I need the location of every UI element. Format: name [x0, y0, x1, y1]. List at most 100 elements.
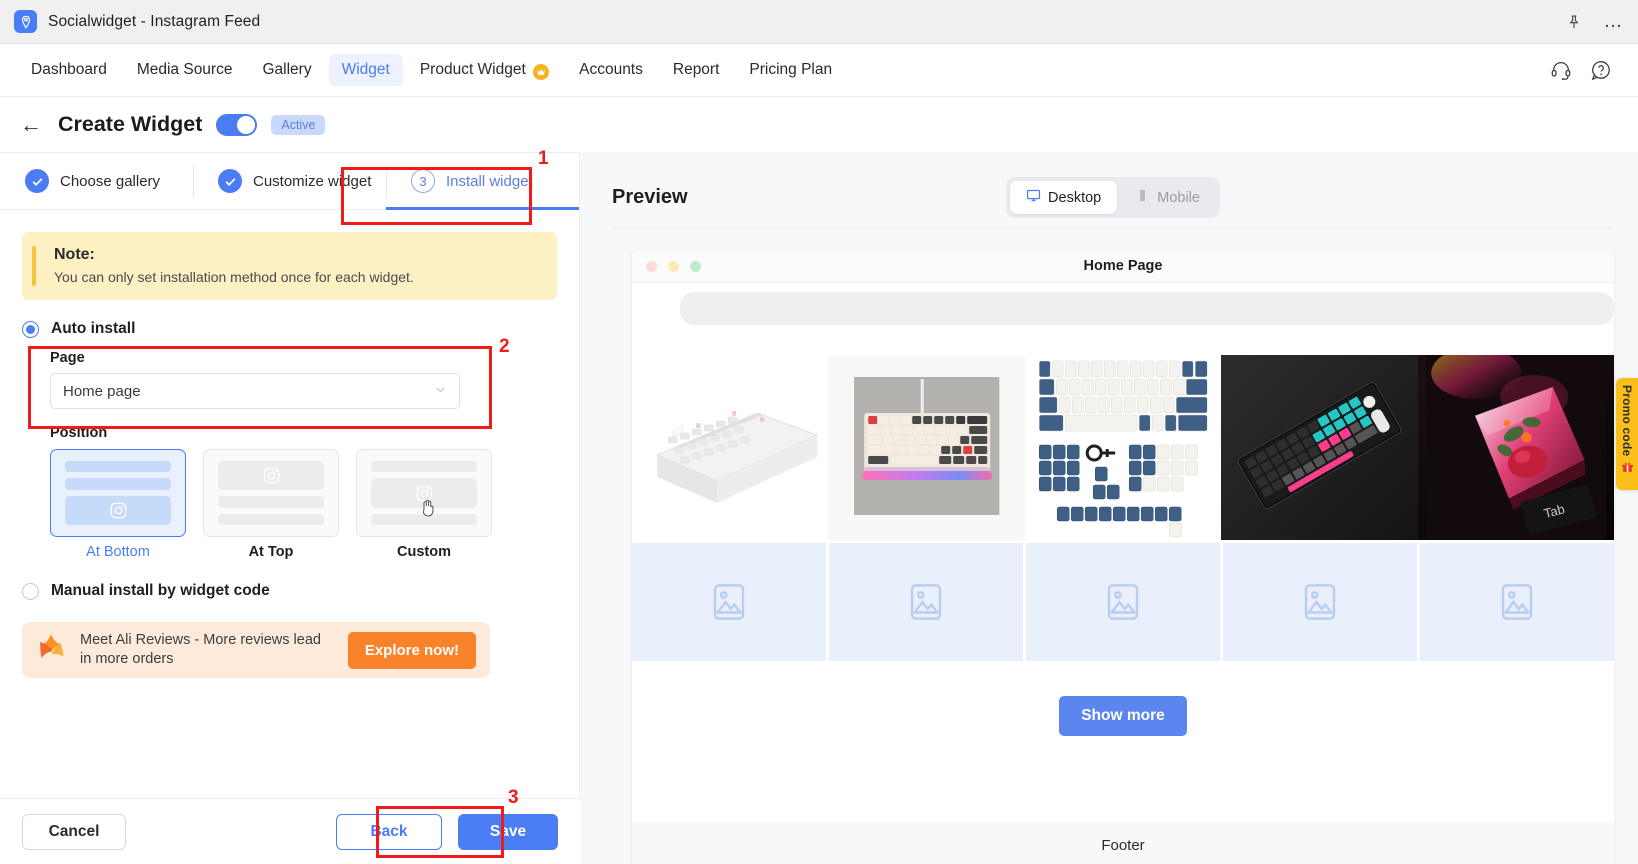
- promo-code-tab[interactable]: Promo code: [1616, 378, 1638, 490]
- check-icon: [218, 169, 242, 193]
- ali-reviews-star-icon: [34, 631, 68, 670]
- position-option-at-top[interactable]: At Top: [203, 449, 339, 560]
- mouse-cursor-icon: [419, 497, 436, 523]
- layout-bar: [218, 496, 324, 508]
- step-install-widget[interactable]: 3 Install widget: [386, 153, 579, 210]
- gallery-item[interactable]: [1024, 355, 1222, 540]
- back-button[interactable]: ←: [20, 113, 48, 136]
- storefront-preview: Home Page Tab Show more Footer: [632, 250, 1614, 864]
- nav-label: Media Source: [136, 61, 233, 78]
- position-cards: At Bottom At Top Custom: [50, 449, 557, 560]
- image-placeholder-icon: [1107, 584, 1139, 620]
- nav-label: Report: [672, 61, 720, 78]
- device-toggle: Desktop Mobile: [1006, 177, 1220, 218]
- install-body: Note: You can only set installation meth…: [0, 210, 579, 678]
- promo-text: Meet Ali Reviews - More reviews lead in …: [80, 631, 321, 667]
- note-title: Note:: [54, 246, 95, 263]
- headset-icon[interactable]: [1550, 59, 1572, 81]
- nav-item-widget[interactable]: Widget: [328, 54, 403, 86]
- position-preview-at-bottom[interactable]: [50, 449, 186, 537]
- ali-reviews-promo-card[interactable]: Meet Ali Reviews - More reviews lead in …: [22, 622, 490, 678]
- image-placeholder: [1223, 543, 1417, 661]
- position-preview-at-top[interactable]: [203, 449, 339, 537]
- nav-label: Gallery: [262, 61, 312, 78]
- nav-item-pricing-plan[interactable]: Pricing Plan: [736, 54, 845, 86]
- form-footer: Cancel Back Save 3: [0, 787, 580, 864]
- position-name: Custom: [397, 544, 451, 560]
- position-label: Position: [50, 425, 108, 441]
- nav-item-accounts[interactable]: Accounts: [566, 54, 656, 86]
- device-tab-label: Desktop: [1048, 189, 1102, 206]
- step-number: 3: [411, 169, 435, 193]
- gallery-item[interactable]: [632, 355, 829, 540]
- browser-page-title: Home Page: [1083, 258, 1163, 274]
- page-select[interactable]: Home page: [50, 373, 460, 409]
- step-customize-widget[interactable]: Customize widget: [193, 153, 386, 209]
- page-select-group: Page Home page: [50, 350, 557, 409]
- gallery-item[interactable]: [1221, 355, 1418, 540]
- preview-title: Preview: [612, 186, 688, 208]
- step-choose-gallery[interactable]: Choose gallery: [0, 153, 193, 209]
- page-header: ← Create Widget Active: [0, 97, 1638, 152]
- widget-active-toggle[interactable]: [216, 113, 258, 136]
- position-preview-custom[interactable]: [356, 449, 492, 537]
- device-tab-desktop[interactable]: Desktop: [1010, 181, 1118, 214]
- device-tab-mobile[interactable]: Mobile: [1119, 181, 1216, 214]
- nav-item-report[interactable]: Report: [660, 54, 733, 86]
- nav-item-media-source[interactable]: Media Source: [124, 54, 246, 86]
- more-options-icon[interactable]: …: [1604, 12, 1625, 31]
- manual-install-label: Manual install by widget code: [51, 582, 270, 599]
- nav-actions: [1550, 59, 1620, 81]
- preview-footer: Footer: [632, 822, 1614, 864]
- manual-install-radio[interactable]: [22, 582, 39, 600]
- pin-icon[interactable]: [1566, 14, 1582, 30]
- layout-bar: [371, 461, 477, 473]
- position-option-custom[interactable]: Custom: [356, 449, 492, 560]
- note-text: You can only set installation method onc…: [54, 269, 414, 285]
- device-tab-label: Mobile: [1157, 189, 1200, 206]
- placeholder-row: [632, 543, 1614, 661]
- save-button[interactable]: Save: [458, 813, 558, 850]
- position-option-at-bottom[interactable]: At Bottom: [50, 449, 186, 560]
- manual-install-option[interactable]: Manual install by widget code: [22, 582, 557, 600]
- image-placeholder-icon: [1304, 584, 1336, 620]
- monitor-icon: [1026, 188, 1041, 207]
- back-button-footer[interactable]: Back: [336, 813, 442, 850]
- gallery-item[interactable]: [828, 355, 1025, 540]
- show-more-button[interactable]: Show more: [1059, 696, 1187, 736]
- page-field-label: Page: [50, 350, 85, 366]
- status-badge: Active: [271, 114, 326, 135]
- position-name: At Top: [248, 544, 294, 560]
- layout-bar: [65, 461, 171, 473]
- annotation-number-2: 2: [499, 336, 510, 357]
- nav-label: Product Widget: [419, 60, 526, 78]
- crown-icon: [533, 63, 550, 80]
- phone-icon: [1135, 188, 1150, 207]
- annotation-number-3: 3: [508, 787, 519, 808]
- gallery-item[interactable]: Tab: [1417, 355, 1614, 540]
- nav-item-product-widget[interactable]: Product Widget: [407, 54, 562, 87]
- cancel-button[interactable]: Cancel: [22, 813, 126, 850]
- nav-item-gallery[interactable]: Gallery: [249, 54, 324, 86]
- question-mark-icon[interactable]: [1590, 59, 1612, 81]
- layout-bar: [218, 513, 324, 525]
- window-title: Socialwidget - Instagram Feed: [48, 12, 261, 30]
- titlebar-actions: …: [1566, 12, 1625, 31]
- gift-icon: [1621, 460, 1634, 476]
- auto-install-label: Auto install: [51, 320, 136, 337]
- position-name: At Bottom: [86, 544, 150, 560]
- auto-install-option[interactable]: Auto install: [22, 320, 557, 338]
- image-placeholder-icon: [910, 584, 942, 620]
- note-banner: Note: You can only set installation meth…: [22, 232, 557, 300]
- instagram-icon: [218, 461, 324, 491]
- explore-now-button[interactable]: Explore now!: [347, 631, 476, 669]
- chevron-down-icon: [434, 383, 447, 399]
- step-label: Install widget: [446, 172, 533, 190]
- app-window: Socialwidget - Instagram Feed … Dashboar…: [0, 0, 1638, 864]
- check-icon: [25, 169, 49, 193]
- note-accent-bar: [32, 246, 36, 286]
- image-placeholder: [1420, 543, 1614, 661]
- nav-item-dashboard[interactable]: Dashboard: [18, 54, 120, 86]
- auto-install-radio[interactable]: [22, 320, 39, 338]
- image-placeholder: [829, 543, 1023, 661]
